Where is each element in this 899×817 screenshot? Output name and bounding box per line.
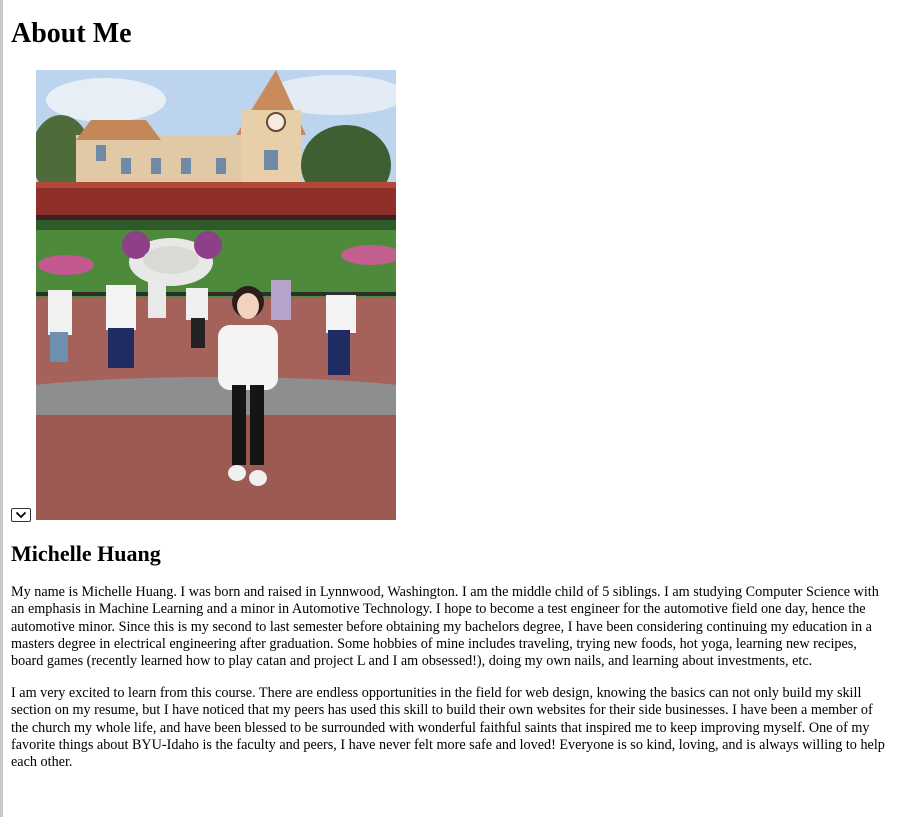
- bio-paragraph-1: My name is Michelle Huang. I was born an…: [11, 584, 879, 670]
- dropdown-select[interactable]: [11, 508, 31, 522]
- left-border: [0, 0, 3, 817]
- person-name: Michelle Huang: [11, 541, 161, 566]
- page-title: About Me: [11, 18, 132, 49]
- bio-paragraph-2: I am very excited to learn from this cou…: [11, 685, 885, 771]
- profile-photo: [36, 70, 396, 520]
- chevron-down-icon: [15, 511, 27, 519]
